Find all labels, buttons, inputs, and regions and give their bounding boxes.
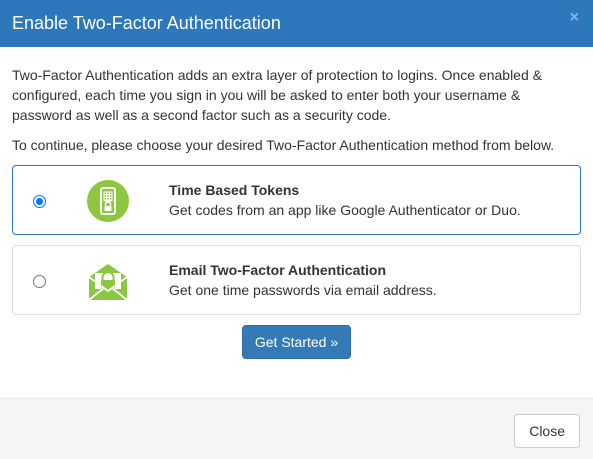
modal-body: Two-Factor Authentication adds an extra …: [0, 47, 593, 359]
modal-title: Enable Two-Factor Authentication: [12, 13, 281, 33]
get-started-button[interactable]: Get Started »: [241, 325, 352, 359]
modal-footer: Close: [0, 398, 593, 459]
option-description: Get codes from an app like Google Authen…: [169, 202, 521, 218]
continue-text: To continue, please choose your desired …: [12, 137, 555, 153]
close-icon[interactable]: ×: [570, 10, 579, 26]
modal-header: Enable Two-Factor Authentication ×: [0, 0, 593, 47]
radio-time-based-tokens[interactable]: [33, 195, 46, 208]
email-lock-icon: [88, 264, 128, 301]
option-text: Email Two-Factor Authentication Get one …: [169, 260, 437, 300]
radio-email-two-factor[interactable]: [33, 275, 46, 288]
option-text: Time Based Tokens Get codes from an app …: [169, 180, 521, 220]
option-title: Email Two-Factor Authentication: [169, 262, 387, 278]
mobile-lock-icon: [87, 180, 129, 222]
option-title: Time Based Tokens: [169, 182, 300, 198]
intro-text: Two-Factor Authentication adds an extra …: [12, 67, 542, 123]
option-time-based-tokens[interactable]: Time Based Tokens Get codes from an app …: [12, 165, 581, 235]
two-factor-modal: Enable Two-Factor Authentication × Two-F…: [0, 0, 593, 459]
start-button-wrap: Get Started »: [12, 325, 581, 359]
option-email-two-factor[interactable]: Email Two-Factor Authentication Get one …: [12, 245, 581, 315]
close-button[interactable]: Close: [514, 414, 580, 448]
option-description: Get one time passwords via email address…: [169, 282, 437, 298]
